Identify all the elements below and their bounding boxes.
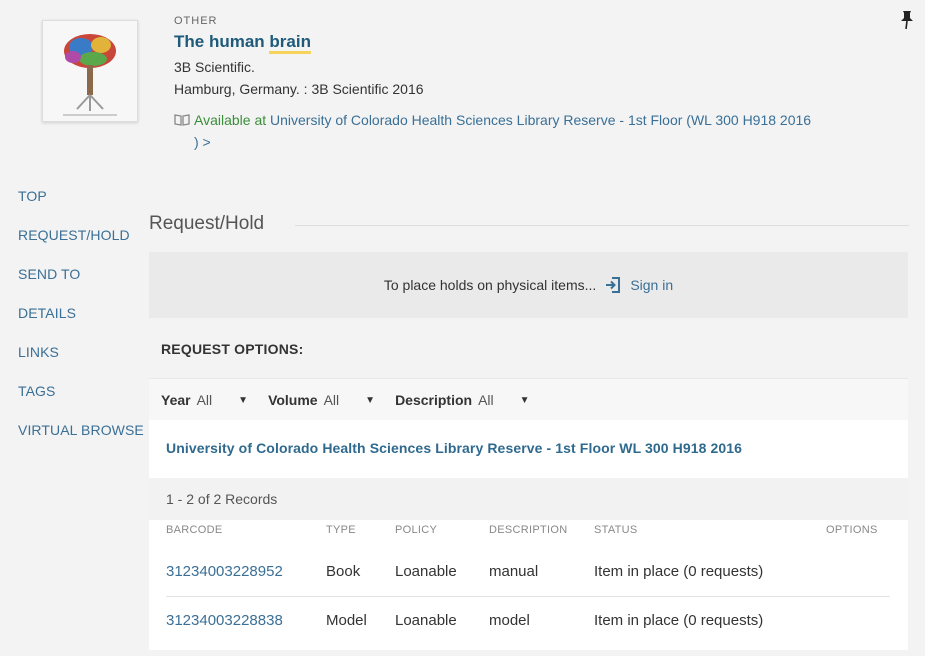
availability-tail: ) > bbox=[194, 134, 211, 150]
item-policy: Loanable bbox=[395, 563, 457, 580]
nav-virtual-browse[interactable]: VIRTUAL BROWSE bbox=[18, 422, 144, 461]
chevron-down-icon: ▼ bbox=[238, 394, 249, 406]
request-options-label: REQUEST OPTIONS: bbox=[161, 341, 304, 357]
item-type: Model bbox=[326, 612, 367, 629]
record-thumbnail[interactable] bbox=[42, 20, 138, 122]
table-row[interactable]: 31234003228838 Model Loanable model Item… bbox=[149, 597, 908, 645]
table-row[interactable]: 31234003228952 Book Loanable manual Item… bbox=[149, 548, 908, 596]
nav-tags[interactable]: TAGS bbox=[18, 383, 144, 422]
brain-model-image bbox=[43, 21, 137, 121]
item-barcode[interactable]: 31234003228952 bbox=[166, 563, 283, 580]
section-title: Request/Hold bbox=[149, 213, 265, 234]
record-type: OTHER bbox=[174, 15, 218, 27]
record-title[interactable]: The human brain bbox=[174, 32, 311, 54]
signin-label: Sign in bbox=[630, 277, 674, 293]
col-barcode: BARCODE bbox=[166, 524, 223, 536]
section-nav: TOP REQUEST/HOLD SEND TO DETAILS LINKS T… bbox=[18, 188, 144, 461]
description-filter-label: Description bbox=[395, 392, 473, 408]
item-status: Item in place (0 requests) bbox=[594, 563, 764, 580]
nav-send-to[interactable]: SEND TO bbox=[18, 266, 144, 305]
chevron-down-icon: ▼ bbox=[519, 394, 530, 406]
col-status: STATUS bbox=[594, 524, 638, 536]
col-options: OPTIONS bbox=[826, 524, 878, 536]
nav-details[interactable]: DETAILS bbox=[18, 305, 144, 344]
volume-filter-value: All bbox=[323, 392, 340, 408]
col-policy: POLICY bbox=[395, 524, 438, 536]
year-filter-value: All bbox=[196, 392, 213, 408]
records-count: 1 - 2 of 2 Records bbox=[166, 491, 278, 507]
records-count-bar: 1 - 2 of 2 Records bbox=[149, 478, 908, 520]
availability-status: Available at bbox=[194, 112, 271, 128]
volume-filter[interactable]: Volume All ▼ bbox=[268, 392, 375, 408]
book-icon bbox=[174, 114, 190, 126]
volume-filter-label: Volume bbox=[268, 392, 318, 408]
chevron-down-icon: ▼ bbox=[365, 394, 376, 406]
record-publisher: 3B Scientific. bbox=[174, 59, 255, 75]
section-divider bbox=[295, 225, 909, 226]
col-type: TYPE bbox=[326, 524, 356, 536]
holdings-panel: University of Colorado Health Sciences L… bbox=[149, 420, 908, 650]
record-imprint: Hamburg, Germany. : 3B Scientific 2016 bbox=[174, 81, 424, 97]
nav-links[interactable]: LINKS bbox=[18, 344, 144, 383]
signin-banner: To place holds on physical items... Sign… bbox=[149, 252, 908, 318]
item-status: Item in place (0 requests) bbox=[594, 612, 764, 629]
description-filter[interactable]: Description All ▼ bbox=[395, 392, 529, 408]
sign-in-icon bbox=[606, 277, 621, 293]
item-type: Book bbox=[326, 563, 361, 580]
pin-icon[interactable] bbox=[899, 10, 915, 30]
item-policy: Loanable bbox=[395, 612, 457, 629]
item-barcode[interactable]: 31234003228838 bbox=[166, 612, 283, 629]
item-description: model bbox=[489, 612, 530, 629]
record-title-highlight: brain bbox=[269, 32, 311, 54]
holdings-location[interactable]: University of Colorado Health Sciences L… bbox=[166, 440, 742, 456]
signin-link[interactable]: Sign in bbox=[604, 276, 673, 294]
availability-location: University of Colorado Health Sciences L… bbox=[270, 112, 812, 128]
nav-request-hold[interactable]: REQUEST/HOLD bbox=[18, 227, 144, 266]
filter-bar: Year All ▼ Volume All ▼ Description All … bbox=[149, 378, 908, 422]
nav-top[interactable]: TOP bbox=[18, 188, 144, 227]
year-filter-label: Year bbox=[161, 392, 191, 408]
signin-prompt: To place holds on physical items... bbox=[383, 277, 597, 293]
item-description: manual bbox=[489, 563, 539, 580]
description-filter-value: All bbox=[478, 392, 494, 408]
year-filter[interactable]: Year All ▼ bbox=[161, 392, 248, 408]
availability-link[interactable]: Available at University of Colorado Heal… bbox=[174, 109, 874, 153]
record-title-text: The human bbox=[174, 32, 270, 51]
col-description: DESCRIPTION bbox=[489, 524, 568, 536]
